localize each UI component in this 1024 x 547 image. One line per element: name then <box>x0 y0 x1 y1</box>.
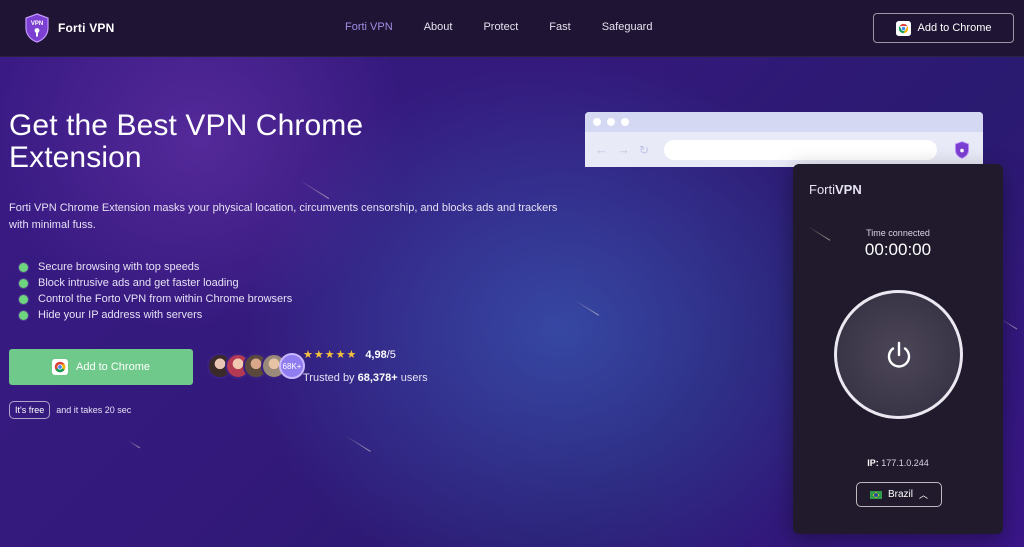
avatar-count-badge: 68K+ <box>279 353 305 379</box>
header-cta-label: Add to Chrome <box>917 22 992 34</box>
add-to-chrome-button[interactable]: Add to Chrome <box>9 349 193 385</box>
feature-text: Block intrusive ads and get faster loadi… <box>38 277 239 289</box>
light-ray <box>344 435 371 452</box>
chrome-icon <box>895 20 911 36</box>
brazil-flag-icon <box>869 490 882 499</box>
svg-text:VPN: VPN <box>31 21 43 27</box>
window-dot <box>621 118 629 126</box>
chrome-icon <box>52 359 68 375</box>
browser-titlebar <box>585 112 983 132</box>
light-ray <box>127 440 141 449</box>
nav-forti-vpn[interactable]: Forti VPN <box>345 21 393 33</box>
light-ray <box>299 180 330 199</box>
trusted-by-text: Trusted by 68,378+ users <box>303 372 428 384</box>
header-add-to-chrome-button[interactable]: Add to Chrome <box>873 13 1014 43</box>
feature-item: Control the Forto VPN from within Chrome… <box>19 291 292 307</box>
country-selector[interactable]: Brazil ︿ <box>856 482 942 507</box>
power-icon <box>887 341 910 368</box>
feature-list: Secure browsing with top speeds Block in… <box>19 259 292 323</box>
time-connected-label: Time connected <box>866 228 930 238</box>
check-dot-icon <box>19 278 28 288</box>
feature-text: Secure browsing with top speeds <box>38 261 200 273</box>
user-avatars: 68K+ <box>207 353 305 379</box>
power-button[interactable] <box>834 290 963 419</box>
feature-item: Secure browsing with top speeds <box>19 259 292 275</box>
country-name: Brazil <box>887 489 913 500</box>
time-connected-value: 00:00:00 <box>864 240 932 259</box>
brand-name: Forti VPN <box>58 21 115 35</box>
panel-brand: FortiVPN <box>809 182 862 197</box>
free-text: and it takes 20 sec <box>56 405 132 415</box>
browser-mockup: ← → ↻ <box>585 112 983 167</box>
back-arrow-icon: ← <box>595 142 608 157</box>
check-dot-icon <box>19 310 28 320</box>
main-nav: Forti VPN About Protect Fast Safeguard <box>345 21 683 33</box>
cta-label: Add to Chrome <box>76 361 150 373</box>
nav-protect[interactable]: Protect <box>483 21 518 33</box>
trusted-count: 68,378+ <box>357 372 398 384</box>
nav-safeguard[interactable]: Safeguard <box>602 21 653 33</box>
free-note: It's free and it takes 20 sec <box>9 401 131 419</box>
check-dot-icon <box>19 262 28 272</box>
brand[interactable]: VPN Forti VPN <box>24 13 114 43</box>
forward-arrow-icon: → <box>617 142 630 157</box>
vpn-popup-panel: FortiVPN Time connected 00:00:00 IP: 177… <box>793 164 1003 534</box>
window-dot <box>607 118 615 126</box>
feature-text: Hide your IP address with servers <box>38 309 203 321</box>
nav-about[interactable]: About <box>424 21 453 33</box>
reload-icon: ↻ <box>639 142 650 157</box>
site-header: VPN Forti VPN Forti VPN About Protect Fa… <box>0 0 1024 57</box>
hero-description: Forti VPN Chrome Extension masks your ph… <box>9 202 558 231</box>
nav-fast[interactable]: Fast <box>549 21 570 33</box>
page-background: VPN Forti VPN Forti VPN About Protect Fa… <box>0 0 1024 547</box>
rating-score: 4,98/5 <box>365 348 396 361</box>
check-dot-icon <box>19 294 28 304</box>
ip-address: IP: 177.1.0.244 <box>867 458 929 468</box>
shield-logo-icon: VPN <box>25 13 49 43</box>
light-ray <box>574 300 600 316</box>
feature-item: Hide your IP address with servers <box>19 307 292 323</box>
vpn-extension-icon <box>954 141 970 159</box>
free-badge: It's free <box>9 401 51 419</box>
hero-title: Get the Best VPN Chrome Extension <box>9 109 364 174</box>
rating: ★★★★★ 4,98/5 <box>303 348 396 362</box>
feature-item: Block intrusive ads and get faster loadi… <box>19 275 292 291</box>
window-dot <box>593 118 601 126</box>
chevron-up-icon: ︿ <box>919 490 929 500</box>
feature-text: Control the Forto VPN from within Chrome… <box>38 293 293 305</box>
star-rating-icon: ★★★★★ <box>303 349 358 361</box>
address-bar <box>664 139 938 160</box>
browser-toolbar: ← → ↻ <box>585 132 983 167</box>
